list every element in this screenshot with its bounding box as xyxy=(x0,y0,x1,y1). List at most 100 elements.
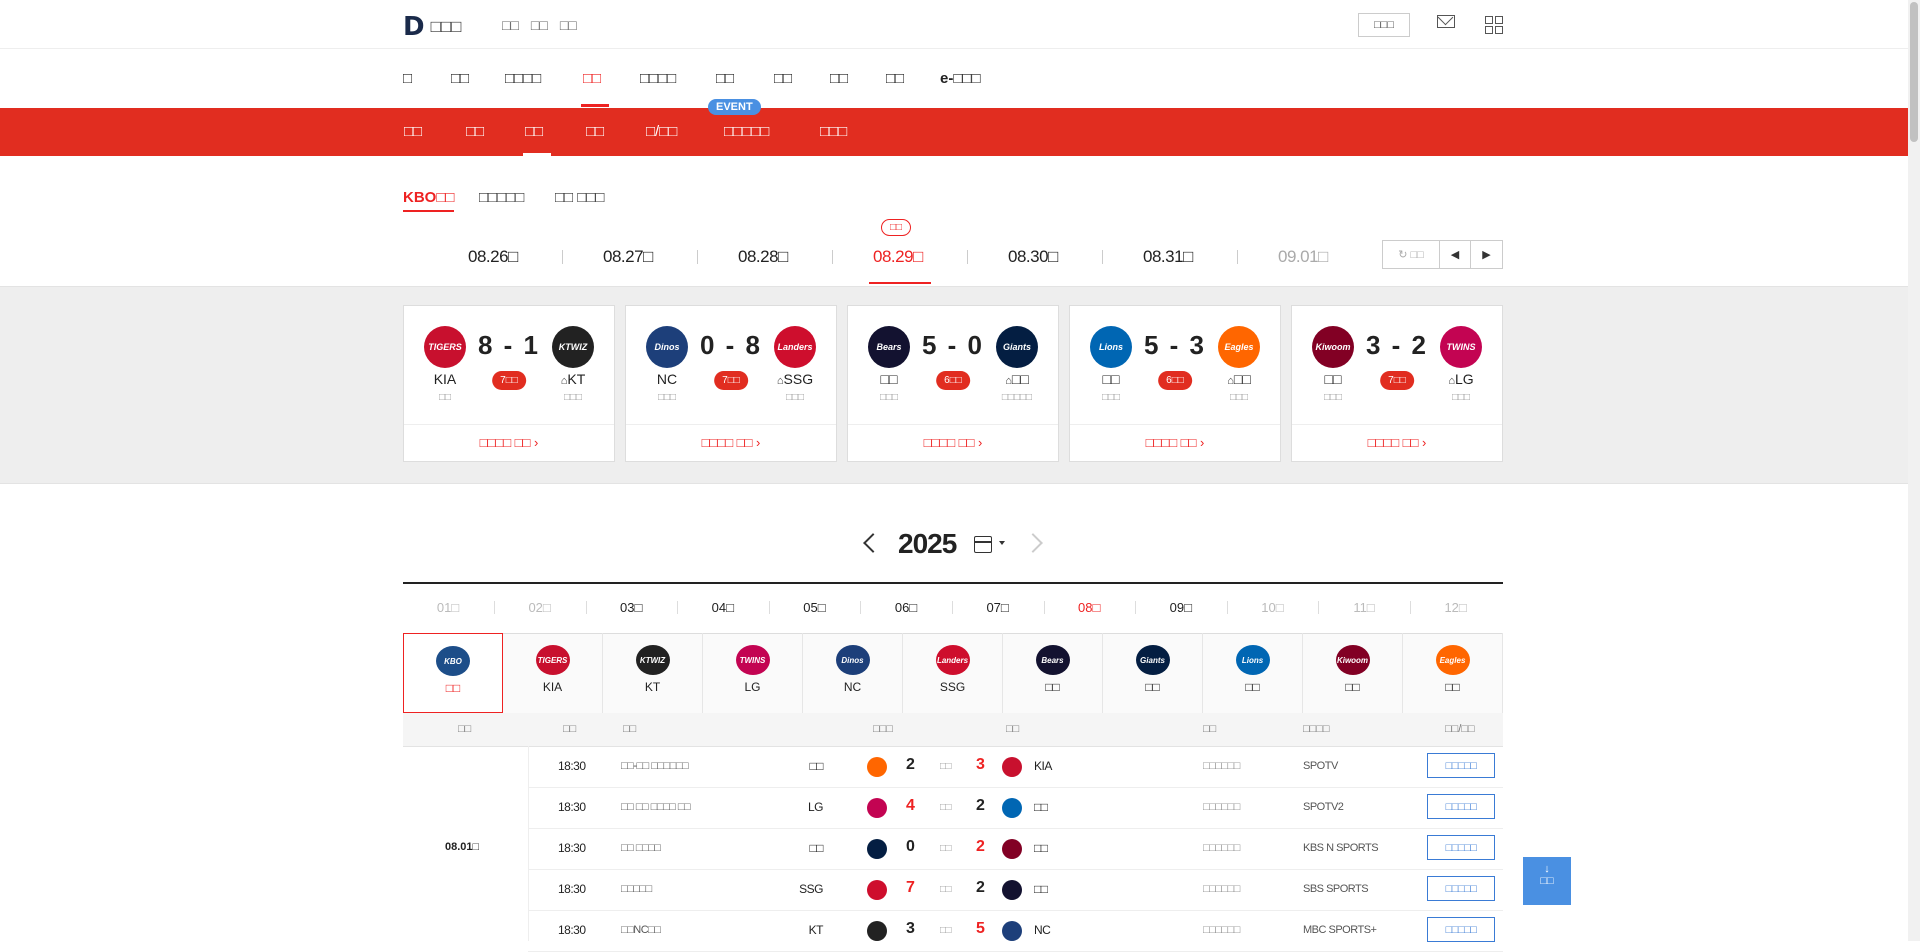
game-card[interactable]: Dinos 0 - 8 Landers NC 7□□ ⌂SSG □□□ □□□ □□□□ □□ … xyxy=(625,305,837,462)
main-nav-item-9[interactable]: e-□□□ xyxy=(940,70,981,87)
inning-badge: 7□□ xyxy=(1380,371,1414,390)
main-nav-item-4[interactable]: □□□□ xyxy=(640,70,676,87)
team-filter-item[interactable]: Giants □□ xyxy=(1103,633,1203,713)
top-link[interactable]: □□ xyxy=(531,17,548,33)
team-filter-item[interactable]: TIGERS KIA xyxy=(503,633,603,713)
inning-badge: 6□□ xyxy=(1158,371,1192,390)
date-item[interactable]: 08.28□ xyxy=(738,247,788,267)
main-nav-item-3[interactable]: □□ xyxy=(583,70,601,87)
month-item[interactable]: 04□ xyxy=(678,600,768,615)
sub-nav-item-1[interactable]: □□ xyxy=(466,123,484,140)
scroll-down-button[interactable]: ↓ □□ xyxy=(1523,857,1571,905)
game-card[interactable]: TIGERS 8 - 1 KTWIZ KIA 7□□ ⌂KT □□ □□□ □□□□ □□ › xyxy=(403,305,615,462)
game-card[interactable]: Kiwoom 3 - 2 TWINS □□ 7□□ ⌂LG □□□ □□□ □□□□ □□ › xyxy=(1291,305,1503,462)
date-prev-button[interactable]: ◀ xyxy=(1439,240,1471,269)
tab-third[interactable]: □□ □□□ xyxy=(555,189,604,206)
game-detail-link[interactable]: □□□□ □□ › xyxy=(1292,424,1502,463)
month-item[interactable]: 08□ xyxy=(1044,600,1134,615)
game-detail-link[interactable]: □□□□ □□ › xyxy=(848,424,1058,463)
home-team: ⌂SSG xyxy=(760,371,830,387)
main-nav-item-5[interactable]: □□ xyxy=(716,70,734,87)
month-item[interactable]: 05□ xyxy=(769,600,859,615)
date-item[interactable]: 08.31□ xyxy=(1143,247,1193,267)
game-card[interactable]: Lions 5 - 3 Eagles □□ 6□□ ⌂□□ □□□ □□□ □□□□ □□ › xyxy=(1069,305,1281,462)
top-link[interactable]: □□ xyxy=(560,17,577,33)
vs-label: □□ xyxy=(940,802,952,813)
team-filter-item[interactable]: Kiwoom □□ xyxy=(1303,633,1403,713)
date-item[interactable]: 09.01□ xyxy=(1278,247,1328,267)
month-item[interactable]: 11□ xyxy=(1319,600,1409,615)
tab-kbo-schedule[interactable]: KBO□□ xyxy=(403,189,455,212)
game-detail-link[interactable]: □□□□ □□ › xyxy=(1070,424,1280,463)
team-filter-item[interactable]: Landers SSG xyxy=(903,633,1003,713)
team-filter-item[interactable]: KTWIZ KT xyxy=(603,633,703,713)
home-team-logo: KTWIZ xyxy=(552,326,594,368)
month-item[interactable]: 10□ xyxy=(1227,600,1317,615)
refresh-label: □□ xyxy=(1410,248,1424,261)
sub-nav-item-3[interactable]: □□ xyxy=(586,123,604,140)
top-link[interactable]: □□ xyxy=(502,17,519,33)
month-item[interactable]: 03□ xyxy=(586,600,676,615)
main-nav-item-0[interactable]: □ xyxy=(403,70,412,87)
game-action-button[interactable]: □□□□□ xyxy=(1427,753,1495,778)
sub-nav-item-6[interactable]: □□□ xyxy=(820,123,847,140)
year-next-chevron-icon[interactable] xyxy=(1023,533,1043,553)
main-nav-item-2[interactable]: □□□□ xyxy=(505,70,541,87)
sub-nav-item-5[interactable]: □□□□□ xyxy=(724,123,769,140)
tab-second[interactable]: □□□□□ xyxy=(479,189,524,206)
month-item[interactable]: 02□ xyxy=(495,600,585,615)
team-filter-item[interactable]: Eagles □□ xyxy=(1403,633,1503,713)
site-logo[interactable]: D □□□ xyxy=(403,12,461,42)
team-filter-item[interactable]: Dinos NC xyxy=(803,633,903,713)
inning-badge: 7□□ xyxy=(714,371,748,390)
away-team-name: □□ xyxy=(1102,371,1120,387)
team-filter-item[interactable]: Lions □□ xyxy=(1203,633,1303,713)
date-item[interactable]: 08.30□ xyxy=(1008,247,1058,267)
team-logo: TWINS xyxy=(735,645,770,675)
game-action-button[interactable]: □□□□□ xyxy=(1427,794,1495,819)
month-item[interactable]: 09□ xyxy=(1136,600,1226,615)
game-card[interactable]: Bears 5 - 0 Giants □□ 6□□ ⌂□□ □□□ □□□□□ □□□□ □□ … xyxy=(847,305,1059,462)
month-item[interactable]: 07□ xyxy=(953,600,1043,615)
team-filter-item[interactable]: TWINS LG xyxy=(703,633,803,713)
month-item[interactable]: 12□ xyxy=(1411,600,1501,615)
main-nav-item-6[interactable]: □□ xyxy=(774,70,792,87)
event-badge: EVENT xyxy=(708,99,761,115)
month-item[interactable]: 01□ xyxy=(403,600,493,615)
mail-icon[interactable] xyxy=(1437,15,1455,28)
game-action-button[interactable]: □□□□□ xyxy=(1427,876,1495,901)
date-item[interactable]: 08.27□ xyxy=(603,247,653,267)
game-time: 18:30 xyxy=(558,800,586,814)
schedule-row: 18:30 □□-□□ □□□□□□ □□ 2 □□ 3 KIA □□□□□□ SPOTV □□□… xyxy=(528,746,1503,788)
sub-nav-item-0[interactable]: □□ xyxy=(404,123,422,140)
sub-nav-item-2[interactable]: □□ xyxy=(525,123,543,140)
main-nav-item-8[interactable]: □□ xyxy=(886,70,904,87)
main-nav-item-1[interactable]: □□ xyxy=(451,70,469,87)
team-filter-item[interactable]: KBO □□ xyxy=(403,633,503,713)
calendar-icon[interactable] xyxy=(974,536,992,553)
game-action-button[interactable]: □□□□□ xyxy=(1427,835,1495,860)
game-detail-link[interactable]: □□□□ □□ › xyxy=(626,424,836,463)
schedule-row: 18:30 □□ □□ □□□□ □□ LG 4 □□ 2 □□ □□□□□□ SPOTV2 □□… xyxy=(528,787,1503,829)
app-grid-icon[interactable] xyxy=(1485,16,1503,34)
login-button[interactable]: □□□ xyxy=(1358,13,1410,37)
date-separator xyxy=(1102,250,1103,264)
game-action-button[interactable]: □□□□□ xyxy=(1427,917,1495,942)
date-next-button[interactable]: ▶ xyxy=(1470,240,1503,269)
date-item[interactable]: 08.29□ xyxy=(873,247,923,267)
page-scrollbar[interactable] xyxy=(1908,0,1920,941)
year-prev-chevron-icon[interactable] xyxy=(863,533,883,553)
team-filter-item[interactable]: Bears □□ xyxy=(1003,633,1103,713)
game-detail-link[interactable]: □□□□ □□ › xyxy=(404,424,614,463)
sub-nav-item-4[interactable]: □/□□ xyxy=(646,123,677,140)
col-status: □□ xyxy=(1203,723,1217,735)
home-icon: ⌂ xyxy=(1227,375,1234,387)
date-item[interactable]: 08.26□ xyxy=(468,247,518,267)
main-nav-item-7[interactable]: □□ xyxy=(830,70,848,87)
away-team-mini-logo xyxy=(867,798,887,818)
home-team: ⌂□□ xyxy=(982,371,1052,387)
refresh-button[interactable]: ↻ □□ xyxy=(1382,240,1440,269)
month-item[interactable]: 06□ xyxy=(861,600,951,615)
scrollbar-thumb[interactable] xyxy=(1910,2,1918,142)
caret-down-icon[interactable] xyxy=(999,541,1005,545)
